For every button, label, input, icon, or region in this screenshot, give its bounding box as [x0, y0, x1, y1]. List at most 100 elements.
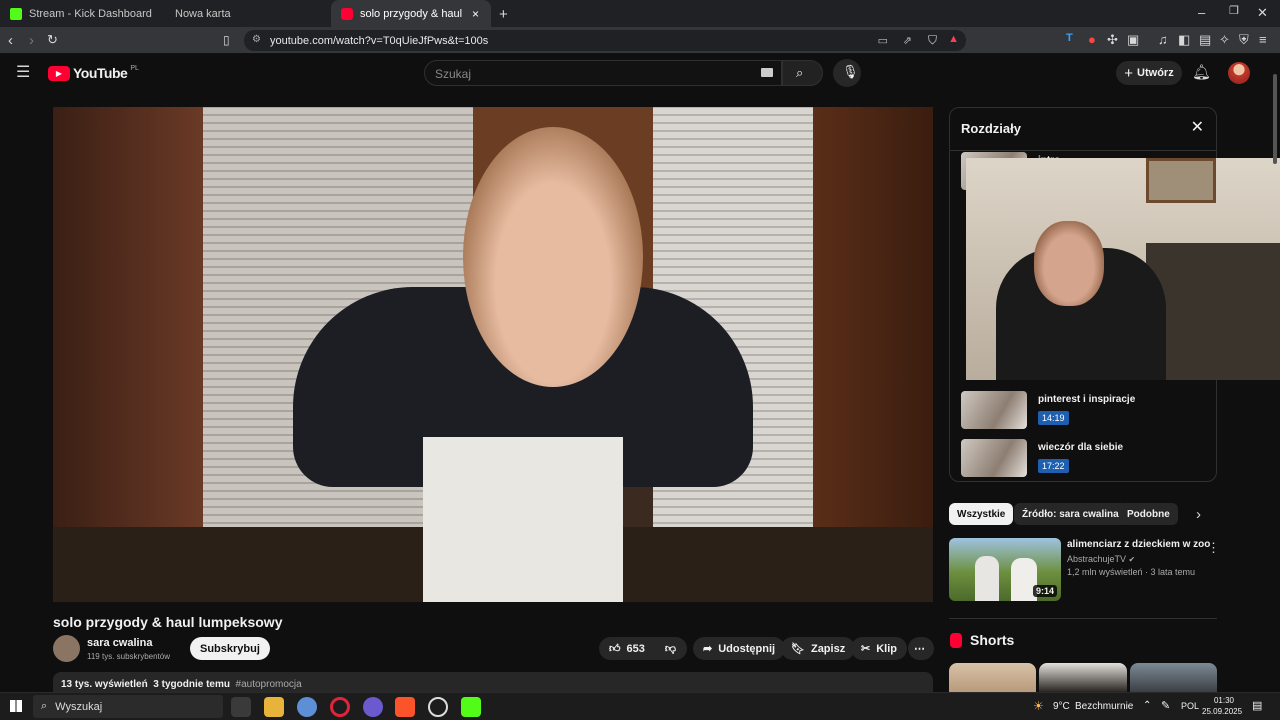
recommended-title[interactable]: alimenciarz z dzieckiem w zoo: [1067, 539, 1210, 550]
wallet-icon[interactable]: ▤: [1199, 33, 1211, 46]
voice-search-button[interactable]: 🎙: [833, 59, 861, 87]
more-actions-button[interactable]: ⋯: [908, 637, 934, 660]
filter-chip-all[interactable]: Wszystkie: [949, 503, 1014, 525]
create-label: Utwórz: [1137, 67, 1174, 79]
kick-app-icon[interactable]: [461, 697, 481, 717]
youtube-wordmark: YouTube: [73, 65, 128, 81]
avatar[interactable]: [1228, 62, 1250, 84]
scrollbar[interactable]: [1272, 64, 1278, 684]
url-field[interactable]: ⚙ youtube.com/watch?v=T0qUieJfPws&t=100s…: [244, 30, 966, 51]
windows-start-icon[interactable]: [10, 700, 22, 712]
chapter-thumbnail: [961, 439, 1027, 477]
chevron-up-icon[interactable]: ⌃: [1143, 700, 1151, 711]
hashtag[interactable]: #autopromocja: [236, 679, 302, 690]
task-view-icon[interactable]: [231, 697, 251, 717]
chevron-right-icon[interactable]: ›: [1196, 507, 1201, 522]
chapter-item[interactable]: wieczór dla siebie 17:22: [961, 439, 1201, 479]
video-person-jeans: [423, 437, 623, 602]
media-control-icon[interactable]: ♫: [1158, 33, 1168, 46]
close-window-icon[interactable]: ✕: [1257, 6, 1268, 19]
sidebar-icon[interactable]: ◧: [1178, 33, 1190, 46]
file-explorer-icon[interactable]: [264, 697, 284, 717]
video-player[interactable]: [53, 107, 933, 602]
new-tab-icon[interactable]: +: [499, 7, 508, 22]
record-extension-icon[interactable]: ●: [1088, 33, 1096, 46]
forward-icon[interactable]: ›: [29, 33, 34, 48]
subscribe-button[interactable]: Subskrybuj: [190, 637, 270, 660]
description-box[interactable]: 13 tys. wyświetleń 3 tygodnie temu #auto…: [53, 672, 933, 692]
extensions-icon[interactable]: ✣: [1107, 33, 1118, 46]
notification-center-icon[interactable]: ▤: [1252, 699, 1262, 712]
like-icon[interactable]: 👍︎: [609, 642, 621, 655]
menu-icon[interactable]: ≡: [1259, 33, 1267, 46]
taskbar-search[interactable]: ⌕ Wyszukaj: [33, 695, 223, 718]
site-settings-icon[interactable]: ⚙: [252, 34, 261, 45]
subscribe-label: Subskrybuj: [200, 642, 260, 655]
chip-label: Wszystkie: [957, 508, 1006, 520]
tab-youtube-video[interactable]: solo przygody & haul lumpek ×: [331, 0, 491, 27]
create-button[interactable]: + Utwórz: [1116, 61, 1182, 85]
brave-browser-icon[interactable]: [395, 697, 415, 717]
clock-time[interactable]: 01:30: [1204, 696, 1244, 705]
scrollbar-thumb[interactable]: [1273, 74, 1277, 164]
clip-button[interactable]: ✂ Klip: [851, 637, 907, 660]
tab-kick-dashboard[interactable]: Stream - Kick Dashboard: [0, 0, 165, 27]
pen-icon[interactable]: ✎: [1161, 699, 1170, 712]
discord-icon[interactable]: [363, 697, 383, 717]
short-thumbnail[interactable]: [1039, 663, 1127, 692]
webcam-picture-frame: [1146, 158, 1216, 203]
app-icon[interactable]: [297, 697, 317, 717]
restore-icon[interactable]: ❐: [1229, 6, 1239, 17]
taskbar-search-placeholder: Wyszukaj: [55, 700, 103, 713]
translate-extension-icon[interactable]: T: [1066, 33, 1073, 44]
recommended-thumbnail[interactable]: 9:14: [949, 538, 1061, 601]
weather-temp[interactable]: 9°C: [1053, 701, 1070, 712]
kebab-menu-icon[interactable]: ⋮: [1207, 541, 1220, 554]
close-tab-icon[interactable]: ×: [472, 7, 479, 21]
tab-new[interactable]: Nowa karta: [165, 0, 330, 27]
youtube-logo[interactable]: ▶ YouTube PL: [48, 65, 139, 81]
dislike-icon[interactable]: 👎︎: [665, 642, 676, 655]
like-count[interactable]: 653: [627, 643, 645, 655]
leo-ai-icon[interactable]: ✧: [1219, 33, 1230, 46]
share-page-icon[interactable]: ⇗: [903, 34, 912, 47]
youtube-favicon-icon: [341, 7, 353, 20]
short-thumbnail[interactable]: [949, 663, 1036, 692]
save-button[interactable]: 🔖︎ Zapisz: [781, 637, 856, 660]
channel-name[interactable]: sara cwalina: [87, 637, 152, 649]
bookmark-icon[interactable]: ▯: [223, 34, 230, 46]
youtube-play-icon: ▶: [48, 65, 70, 81]
tab-label: solo przygody & haul lumpek: [360, 7, 465, 20]
opera-icon[interactable]: [330, 697, 350, 717]
screenshot-icon[interactable]: ▣: [1127, 33, 1139, 46]
cast-icon[interactable]: ▭: [878, 34, 888, 47]
brave-rewards-icon[interactable]: ▲: [948, 33, 959, 45]
back-icon[interactable]: ‹: [8, 33, 13, 48]
share-button[interactable]: ➦ Udostępnij: [693, 637, 786, 660]
obs-icon[interactable]: [428, 697, 448, 717]
weather-description[interactable]: Bezchmurnie: [1075, 701, 1133, 712]
search-button[interactable]: ⌕: [782, 60, 823, 86]
recommended-channel-row[interactable]: AbstrachujeTV ✔: [1067, 554, 1135, 564]
hamburger-menu-icon[interactable]: ☰: [16, 65, 30, 81]
vpn-icon[interactable]: ⛨: [1239, 33, 1249, 46]
search-input[interactable]: Szukaj: [424, 60, 782, 86]
language-indicator[interactable]: POL: [1181, 701, 1199, 711]
weather-icon: ☀: [1033, 699, 1044, 713]
filter-chip-source[interactable]: Źródło: sara cwalina: [1014, 503, 1127, 525]
minimize-icon[interactable]: –: [1198, 6, 1205, 19]
keyboard-icon[interactable]: [761, 68, 773, 77]
kick-icon: [10, 7, 22, 20]
short-thumbnail[interactable]: [1130, 663, 1217, 692]
brave-shield-icon[interactable]: ⛉: [928, 33, 937, 48]
filter-chip-similar[interactable]: Podobne: [1119, 503, 1178, 525]
chapter-item[interactable]: pinterest i inspiracje 14:19: [961, 391, 1201, 431]
youtube-page: ☰ ▶ YouTube PL Szukaj ⌕ 🎙 + Utwórz 🔔︎ so…: [0, 54, 1280, 692]
channel-avatar[interactable]: [53, 635, 80, 662]
chip-label: Podobne: [1127, 508, 1170, 520]
clock-date[interactable]: 25.09.2025: [1202, 707, 1242, 716]
recommended-meta: 1,2 mln wyświetleń · 3 lata temu: [1067, 567, 1196, 577]
notifications-icon[interactable]: 🔔︎: [1192, 65, 1211, 80]
close-icon[interactable]: ✕: [1191, 117, 1204, 137]
reload-icon[interactable]: ↻: [47, 33, 58, 46]
